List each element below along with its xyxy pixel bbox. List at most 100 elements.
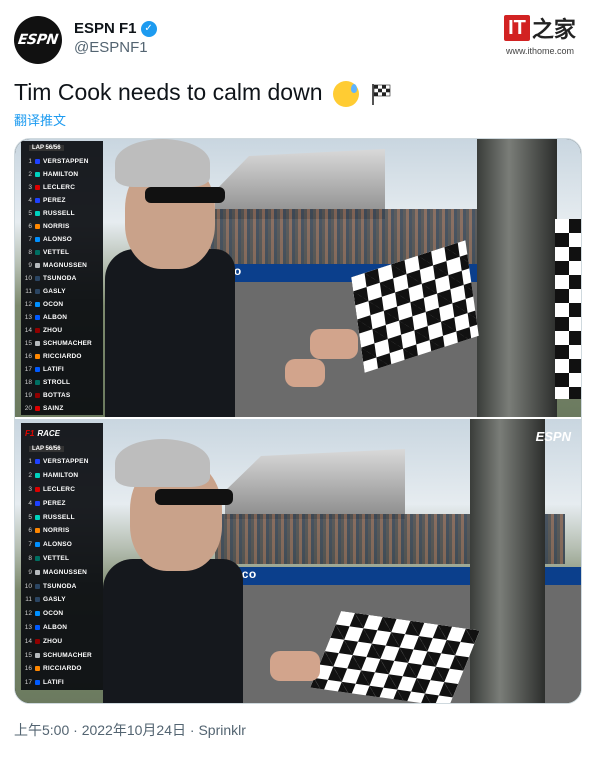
driver-name: STROLL — [43, 379, 71, 386]
timing-row: 8 VETTEL — [21, 246, 103, 259]
driver-name: SAINZ — [43, 405, 64, 412]
sunglasses — [145, 187, 225, 203]
watermark-brand-zh: 之家 — [531, 17, 576, 42]
timing-position: 8 — [28, 554, 32, 562]
timing-row: 3 LECLERC — [21, 181, 103, 194]
timing-position: 16 — [24, 665, 32, 673]
team-logo-icon — [35, 611, 40, 617]
driver-name: MAGNUSSEN — [43, 568, 88, 576]
person-hand — [270, 651, 320, 681]
team-logo-icon — [35, 159, 40, 164]
timing-position: 4 — [28, 197, 32, 204]
timing-row: 16 RICCIARDO — [21, 662, 103, 676]
photo-top[interactable]: aramco LAP 56/56 1VERSTAPPEN2HAMILTON3LE… — [15, 139, 581, 417]
driver-name: VETTEL — [43, 554, 70, 562]
timing-board-lap: LAP 56/56 — [21, 443, 103, 455]
timing-position: 11 — [25, 596, 32, 604]
driver-name: VERSTAPPEN — [43, 458, 89, 466]
timing-position: 7 — [28, 541, 32, 549]
team-logo-icon — [35, 486, 40, 492]
tweet-text-content: Tim Cook needs to calm down — [14, 79, 323, 105]
driver-name: HAMILTON — [43, 171, 79, 178]
timing-position: 19 — [24, 392, 32, 399]
driver-name: ZHOU — [43, 327, 63, 334]
timing-row: 3 LECLERC — [21, 483, 103, 497]
timing-row: 17 LATIFI — [21, 676, 103, 690]
driver-name: RUSSELL — [43, 210, 75, 217]
team-logo-icon — [35, 354, 40, 359]
timing-row: 6 NORRIS — [21, 220, 103, 233]
team-logo-icon — [35, 500, 40, 506]
tweet-meta: 上午5:00 · 2022年10月24日 · Sprinklr — [14, 720, 246, 740]
tweet-time[interactable]: 上午5:00 — [14, 722, 69, 738]
author-block[interactable]: ESPN F1 ✓ @ESPNF1 — [74, 20, 157, 56]
timing-position: 9 — [28, 262, 32, 269]
driver-name: MAGNUSSEN — [43, 262, 88, 269]
driver-name: TSUNODA — [43, 275, 77, 282]
person-shirt — [105, 249, 235, 417]
display-name-text[interactable]: ESPN F1 — [74, 20, 137, 37]
timing-row: 4 PEREZ — [21, 496, 103, 510]
driver-name: VERSTAPPEN — [43, 158, 89, 165]
timing-row: 19 BOTTAS — [21, 389, 103, 402]
person-hand-2 — [285, 359, 325, 387]
display-name[interactable]: ESPN F1 ✓ — [74, 20, 157, 37]
lap-counter: LAP 56/56 — [29, 446, 64, 452]
timing-row: 2 HAMILTON — [21, 469, 103, 483]
team-logo-icon — [35, 638, 40, 644]
team-logo-icon — [35, 569, 40, 575]
team-logo-icon — [35, 302, 40, 307]
timing-row: 4 PEREZ — [21, 194, 103, 207]
driver-name: NORRIS — [43, 527, 70, 535]
timing-row: 7 ALONSO — [21, 538, 103, 552]
timing-row: 14 ZHOU — [21, 324, 103, 337]
driver-name: SCHUMACHER — [43, 340, 92, 347]
timing-row: 16 RICCIARDO — [21, 350, 103, 363]
timing-position: 14 — [24, 327, 32, 334]
timing-position: 6 — [28, 527, 32, 535]
driver-name: GASLY — [43, 288, 66, 295]
team-logo-icon — [35, 459, 40, 465]
team-logo-icon — [35, 666, 40, 672]
checkered-flag-right — [555, 219, 581, 399]
espn-logo: ESPN — [17, 32, 59, 48]
driver-name: ALONSO — [43, 541, 73, 549]
photo-bottom[interactable]: aramco ESPN F1 RACE LAP 56/56 1VERSTAPPE… — [15, 419, 581, 703]
timing-position: 9 — [28, 568, 32, 576]
team-logo-icon — [35, 328, 40, 333]
driver-name: GASLY — [43, 596, 66, 604]
timing-position: 8 — [28, 249, 32, 256]
handle[interactable]: @ESPNF1 — [74, 39, 157, 56]
timing-position: 14 — [24, 637, 32, 645]
tweet-date[interactable]: 2022年10月24日 — [82, 722, 186, 738]
team-logo-icon — [35, 652, 40, 658]
driver-name: RICCIARDO — [43, 353, 82, 360]
team-logo-icon — [35, 624, 40, 630]
timing-row: 7 ALONSO — [21, 233, 103, 246]
timing-position: 5 — [28, 513, 32, 521]
timing-row: 6 NORRIS — [21, 524, 103, 538]
translate-tweet-link[interactable]: 翻译推文 — [14, 110, 66, 129]
timing-row: 10 TSUNODA — [21, 272, 103, 285]
driver-name: LECLERC — [43, 184, 76, 191]
timing-position: 5 — [28, 210, 32, 217]
timing-position: 20 — [24, 405, 32, 412]
avatar[interactable]: ESPN — [14, 16, 62, 64]
timing-row: 1 VERSTAPPEN — [21, 155, 103, 168]
pole — [470, 419, 545, 703]
timing-position: 2 — [28, 171, 32, 178]
tweet-media[interactable]: aramco LAP 56/56 1VERSTAPPEN2HAMILTON3LE… — [14, 138, 582, 704]
driver-name: LATIFI — [43, 366, 64, 373]
timing-position: 3 — [28, 184, 32, 191]
timing-row: 9 MAGNUSSEN — [21, 259, 103, 272]
checkered-flag-emoji-icon — [369, 82, 393, 106]
timing-row: 17 LATIFI — [21, 363, 103, 376]
team-logo-icon — [35, 393, 40, 398]
driver-name: LATIFI — [43, 679, 64, 687]
driver-name: VETTEL — [43, 249, 70, 256]
tweet-header: ESPN ESPN F1 ✓ @ESPNF1 IT 之家 www.ithome.… — [14, 10, 584, 64]
timing-row: 8 VETTEL — [21, 552, 103, 566]
timing-position: 17 — [24, 679, 32, 687]
timing-position: 15 — [24, 651, 32, 659]
team-logo-icon — [35, 680, 40, 686]
